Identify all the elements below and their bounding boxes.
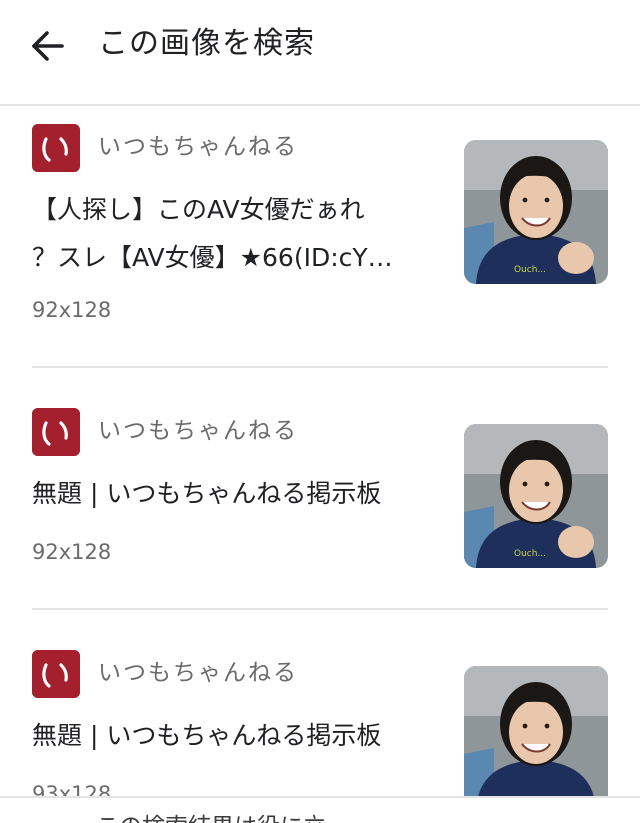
app-header: この画像を検索 [0,0,640,106]
image-size: 92x128 [32,540,112,564]
result-divider [32,366,608,368]
result-title-line: 【人探し】このAV女優だぁれ [32,195,365,224]
result-title-link[interactable]: 無題 | いつもちゃんねる掲示板 [32,712,432,760]
back-arrow-icon[interactable] [28,26,68,66]
site-name[interactable]: いつもちゃんねる [98,658,298,688]
image-size: 92x128 [32,298,112,322]
result-title-line: 無題 | いつもちゃんねる掲示板 [32,721,382,750]
result-divider [32,608,608,610]
result-title-link[interactable]: 【人探し】このAV女優だぁれ ？スレ【AV女優】★66(ID:cY… [32,186,432,282]
result-thumbnail[interactable]: Ouch... [464,140,608,284]
result-title-line: 無題 | いつもちゃんねる掲示板 [32,479,382,508]
svg-text:Ouch...: Ouch... [514,265,546,275]
feedback-bar: この検索結果は役に立 [0,796,640,823]
site-favicon-icon [32,650,80,698]
page-title: この画像を検索 [98,26,315,61]
results-list: いつもちゃんねる 【人探し】このAV女優だぁれ ？スレ【AV女優】★66(ID:… [0,108,640,796]
svg-text:Ouch...: Ouch... [514,549,546,559]
site-name[interactable]: いつもちゃんねる [98,416,298,446]
site-favicon-icon [32,408,80,456]
result-thumbnail[interactable]: Ouch... [464,424,608,568]
result-thumbnail[interactable] [464,666,608,796]
site-favicon-icon [32,124,80,172]
result-title-line: ？スレ【AV女優】★66(ID:cY… [32,243,393,272]
site-name[interactable]: いつもちゃんねる [98,132,298,162]
image-size: 93x128 [32,782,112,796]
result-title-link[interactable]: 無題 | いつもちゃんねる掲示板 [32,470,432,518]
feedback-prompt: この検索結果は役に立 [96,812,326,823]
